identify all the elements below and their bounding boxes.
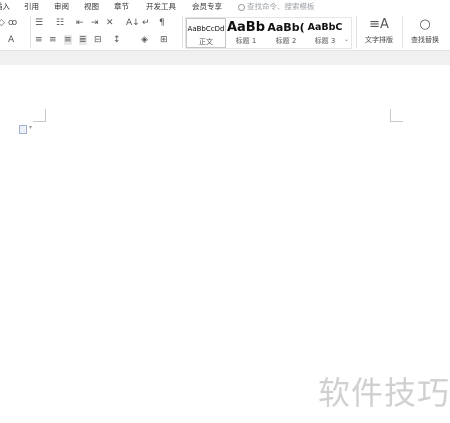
- justify-icon[interactable]: ≣: [79, 35, 87, 45]
- menu-references[interactable]: 引用: [24, 1, 39, 12]
- borders-icon[interactable]: ⊞: [160, 35, 168, 45]
- char-border-icon[interactable]: A: [8, 35, 14, 45]
- format-painter-icon[interactable]: ꝏ: [8, 18, 17, 28]
- menu-review[interactable]: 审阅: [54, 1, 69, 12]
- style-normal-sample: AaBbCcDd: [187, 25, 225, 33]
- chevron-down-icon[interactable]: ▾: [29, 124, 32, 131]
- style-heading-1-label: 标题 1: [235, 37, 257, 45]
- style-normal[interactable]: AaBbCcDd 正文: [186, 18, 226, 48]
- bullet-list-icon[interactable]: ☰: [35, 18, 43, 28]
- command-search-placeholder: 查找命令、搜索模板: [247, 2, 315, 11]
- ribbon-separator: [402, 16, 403, 48]
- distributed-icon[interactable]: ⊟: [94, 35, 102, 45]
- styles-gallery: AaBbCcDd 正文 AaBb 标题 1 AaBb( 标题 2 AaBbC 标…: [185, 17, 352, 49]
- find-replace-label: 查找替换: [411, 36, 439, 44]
- menu-developer-tools[interactable]: 开发工具: [146, 1, 176, 12]
- command-search[interactable]: 查找命令、搜索模板: [238, 1, 315, 12]
- increase-indent-icon[interactable]: ⇥: [91, 18, 99, 28]
- find-icon: ○: [419, 17, 431, 32]
- document-top-margin: [0, 51, 450, 65]
- style-heading-1-sample: AaBb: [226, 20, 266, 35]
- text-layout-icon: ≡A: [369, 17, 389, 32]
- page-corner-top-left: [33, 109, 46, 122]
- shading-icon[interactable]: ◈: [141, 35, 148, 45]
- menu-member[interactable]: 会员专享: [192, 1, 222, 12]
- styles-more-icon[interactable]: ⌄: [344, 36, 349, 43]
- style-heading-2-sample: AaBb(: [267, 21, 305, 34]
- show-hide-icon[interactable]: ¶: [159, 18, 165, 28]
- style-heading-2-label: 标题 2: [275, 37, 297, 45]
- text-layout-button[interactable]: ≡A 文字排版: [360, 16, 398, 45]
- style-heading-3-label: 标题 3: [314, 37, 336, 45]
- menu-view[interactable]: 视图: [84, 1, 99, 12]
- ribbon-separator: [182, 16, 183, 48]
- paragraph-mark-icon[interactable]: ↵: [142, 18, 150, 28]
- page-corner-top-right: [390, 109, 403, 122]
- chinese-layout-icon[interactable]: ✕: [106, 18, 114, 28]
- menu-insert[interactable]: 插入: [0, 1, 10, 12]
- align-right-icon[interactable]: ≡: [64, 35, 72, 45]
- menu-section[interactable]: 章节: [114, 1, 129, 12]
- align-left-icon[interactable]: ≡: [35, 35, 43, 45]
- paste-icon[interactable]: ◇: [0, 18, 5, 28]
- text-layout-label: 文字排版: [365, 36, 393, 44]
- style-heading-1[interactable]: AaBb 标题 1: [226, 18, 266, 48]
- style-heading-3[interactable]: AaBbC 标题 3: [306, 18, 344, 48]
- align-center-icon[interactable]: ≡: [49, 35, 57, 45]
- numbered-list-icon[interactable]: ☷: [56, 18, 64, 28]
- find-replace-button[interactable]: ○ 查找替换: [405, 16, 445, 45]
- sort-icon[interactable]: A↓: [126, 18, 140, 28]
- ribbon-separator: [30, 16, 31, 48]
- search-icon: [238, 3, 245, 11]
- watermark: 软件技巧: [318, 374, 450, 412]
- style-heading-2[interactable]: AaBb( 标题 2: [266, 18, 306, 48]
- style-heading-3-sample: AaBbC: [307, 22, 343, 33]
- ribbon-separator: [356, 16, 357, 48]
- decrease-indent-icon[interactable]: ⇤: [76, 18, 84, 28]
- line-spacing-icon[interactable]: ↕: [113, 35, 121, 45]
- paragraph-layout-icon[interactable]: [19, 125, 27, 134]
- style-normal-label: 正文: [199, 38, 213, 46]
- menu-bar: 插入 引用 审阅 视图 章节 开发工具 会员专享 查找命令、搜索模板: [0, 0, 450, 12]
